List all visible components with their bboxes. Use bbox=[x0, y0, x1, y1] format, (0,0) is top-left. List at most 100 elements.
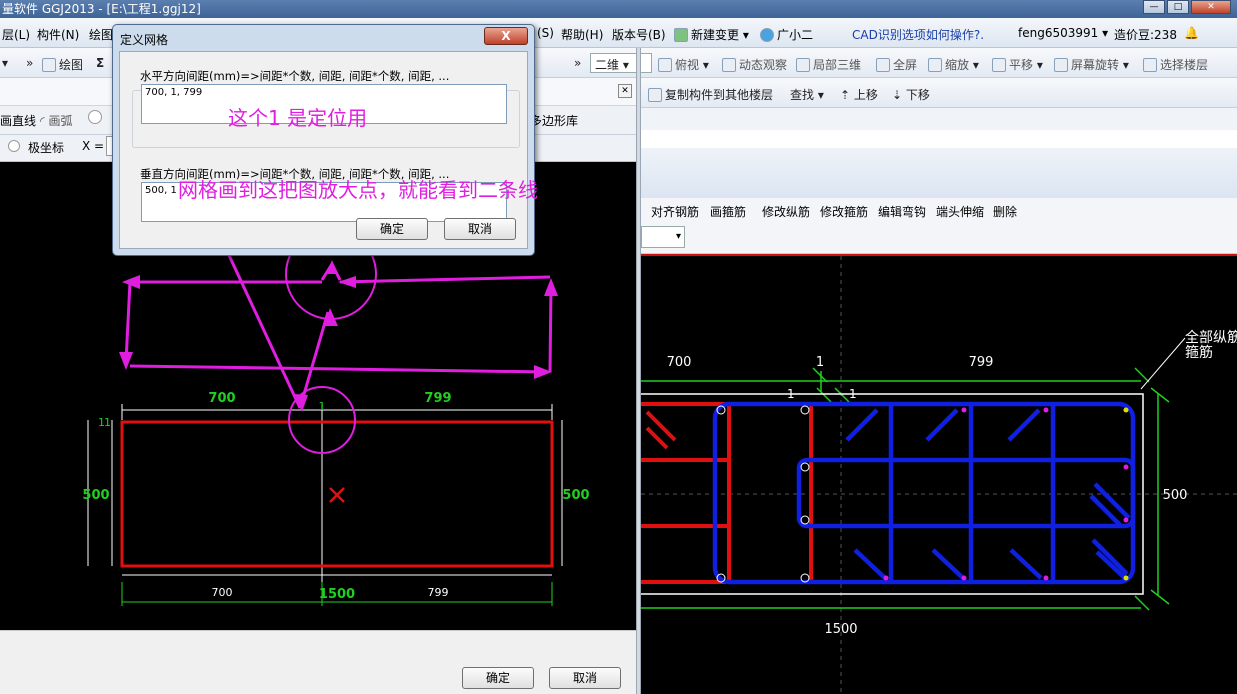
dim-top-1: 1 bbox=[319, 400, 326, 413]
draw-line-tool[interactable]: 画直线 bbox=[0, 112, 36, 129]
top-view-icon bbox=[658, 58, 672, 72]
zoom-button[interactable]: 缩放 ▾ bbox=[928, 56, 979, 73]
menu-draw[interactable]: 绘图 bbox=[89, 26, 113, 43]
pan-icon bbox=[992, 58, 1006, 72]
right-drawing-canvas[interactable]: 700 1 799 1 1 500 1500 全部纵筋 箍筋 bbox=[641, 254, 1237, 694]
edit-stirrup-button[interactable]: 修改箍筋 bbox=[820, 203, 868, 220]
polar-coord-label: 极坐标 bbox=[28, 141, 65, 155]
define-grid-dialog: 定义网格 X 水平方向间距(mm)=>间距*个数, 间距, 间距*个数, 间距,… bbox=[112, 24, 535, 256]
right-toolbar-strip bbox=[641, 108, 1237, 130]
blue-stirrups bbox=[712, 401, 1136, 585]
draw-stirrup-button[interactable]: 画箍筋 bbox=[710, 203, 746, 220]
close-window-button[interactable]: ✕ bbox=[1191, 0, 1231, 14]
menu-new-change[interactable]: 新建变更 ▾ bbox=[674, 26, 749, 43]
right-dim-1: 1 bbox=[816, 355, 824, 370]
draw-button[interactable]: 绘图 bbox=[42, 56, 83, 73]
dim-top-700: 700 bbox=[208, 391, 235, 406]
draw-icon bbox=[42, 58, 56, 72]
right-white-band bbox=[641, 130, 1237, 148]
dialog-close-button[interactable]: X bbox=[484, 27, 528, 45]
dialog-ok-button[interactable]: 确定 bbox=[356, 218, 428, 240]
edit-long-rebar-button[interactable]: 修改纵筋 bbox=[762, 203, 810, 220]
window-titlebar: 量软件 GGJ2013 - [E:\工程1.ggj12] bbox=[0, 0, 1237, 18]
right-dim-500: 500 bbox=[1163, 488, 1188, 503]
menu-help[interactable]: 帮助(H) bbox=[561, 26, 603, 43]
new-change-icon bbox=[674, 28, 688, 42]
window-title: 量软件 GGJ2013 - [E:\工程1.ggj12] bbox=[2, 2, 201, 16]
left-ok-button[interactable]: 确定 bbox=[462, 667, 534, 689]
fullscreen-icon bbox=[876, 58, 890, 72]
edit-hook-button[interactable]: 编辑弯钩 bbox=[878, 203, 926, 220]
coin-balance: 造价豆:238 bbox=[1114, 28, 1177, 42]
polar-radio[interactable] bbox=[8, 140, 20, 152]
dim-bottom-799: 799 bbox=[428, 586, 449, 599]
h-spacing-label: 水平方向间距(mm)=>间距*个数, 间距, 间距*个数, 间距, ... bbox=[140, 69, 450, 83]
dim-bottom-700: 700 bbox=[212, 586, 233, 599]
right-select-bar: ▾ bbox=[641, 222, 1237, 254]
rotate-screen-button[interactable]: 屏幕旋转 ▾ bbox=[1054, 56, 1129, 73]
dim-left-500: 500 bbox=[82, 488, 109, 503]
window-controls: — □ ✕ bbox=[1143, 0, 1231, 14]
dim-bottom-1500: 1500 bbox=[319, 587, 355, 602]
delete-button[interactable]: 删除 bbox=[993, 203, 1017, 220]
end-extend-button[interactable]: 端头伸缩 bbox=[936, 203, 984, 220]
maximize-button[interactable]: □ bbox=[1167, 0, 1189, 14]
menu-guangxiaoer[interactable]: 广小二 bbox=[760, 26, 813, 43]
right-dim-700: 700 bbox=[667, 355, 692, 370]
x-coord-label: X = bbox=[82, 139, 105, 153]
toolbar-expand-icon-2[interactable]: » bbox=[574, 56, 581, 70]
polygon-library-button[interactable]: 多边形库 bbox=[530, 112, 578, 129]
dim-top-799: 799 bbox=[424, 391, 451, 406]
move-down-button[interactable]: ⇣ 下移 bbox=[892, 86, 930, 103]
toolbar-expand-icon[interactable]: » bbox=[26, 56, 33, 70]
toolbar-overflow[interactable]: ▾ bbox=[2, 56, 8, 70]
cad-help-link[interactable]: CAD识别选项如何操作?. bbox=[852, 26, 984, 43]
stirrup-label: 箍筋 bbox=[1185, 344, 1213, 361]
dim-right-500: 500 bbox=[562, 488, 589, 503]
right-dim-small-b: 1 bbox=[849, 387, 857, 401]
annotation-note-positioning: 这个1 是定位用 bbox=[228, 106, 368, 130]
user-name[interactable]: feng6503991 ▾ bbox=[1018, 26, 1108, 40]
find-button[interactable]: 查找 ▾ bbox=[790, 86, 824, 103]
center-x-mark bbox=[329, 487, 345, 503]
draw-arc-tool[interactable]: ◜ 画弧 bbox=[40, 112, 72, 129]
move-up-button[interactable]: ⇡ 上移 bbox=[840, 86, 878, 103]
menu-version[interactable]: 版本号(B) bbox=[612, 26, 666, 43]
select-floor-button[interactable]: 选择楼层 bbox=[1143, 56, 1208, 73]
orbit-icon bbox=[722, 58, 736, 72]
cube-icon bbox=[796, 58, 810, 72]
minimize-button[interactable]: — bbox=[1143, 0, 1165, 14]
rebar-toolbar: 对齐钢筋 画箍筋 修改纵筋 修改箍筋 编辑弯钩 端头伸缩 删除 bbox=[641, 198, 1237, 222]
menu-s[interactable]: (S) bbox=[537, 26, 554, 40]
layers-icon bbox=[1143, 58, 1157, 72]
dialog-title: 定义网格 bbox=[120, 33, 169, 47]
right-dim-1500: 1500 bbox=[824, 622, 857, 637]
rebar-type-select[interactable]: ▾ bbox=[641, 226, 685, 248]
align-rebar-button[interactable]: 对齐钢筋 bbox=[651, 203, 699, 220]
zoom-icon bbox=[928, 58, 942, 72]
bell-icon[interactable]: 🔔 bbox=[1184, 26, 1199, 40]
assistant-icon bbox=[760, 28, 774, 42]
dialog-cancel-button[interactable]: 取消 bbox=[444, 218, 516, 240]
view-mode-select[interactable]: 二维 ▾ bbox=[590, 53, 652, 73]
pan-button[interactable]: 平移 ▾ bbox=[992, 56, 1043, 73]
fullscreen-button[interactable]: 全屏 bbox=[876, 56, 917, 73]
rotate-icon bbox=[1054, 58, 1068, 72]
panel-close-icon[interactable]: ✕ bbox=[618, 84, 632, 98]
dim-left-1b: 1 bbox=[104, 416, 111, 429]
top-view-button[interactable]: 俯视 ▾ bbox=[658, 56, 709, 73]
right-header-band bbox=[641, 148, 1237, 198]
radio-option[interactable] bbox=[88, 110, 102, 124]
menu-component[interactable]: 构件(N) bbox=[37, 26, 79, 43]
right-drawing-svg: 700 1 799 1 1 500 1500 全部纵筋 箍筋 bbox=[641, 256, 1237, 694]
right-dim-799: 799 bbox=[969, 355, 994, 370]
red-rebar bbox=[641, 402, 813, 584]
right-dim-small-a: 1 bbox=[787, 387, 795, 401]
sum-icon[interactable]: Σ bbox=[96, 56, 104, 70]
local-3d-button[interactable]: 局部三维 bbox=[796, 56, 861, 73]
dynamic-view-button[interactable]: 动态观察 bbox=[722, 56, 787, 73]
left-cancel-button[interactable]: 取消 bbox=[549, 667, 621, 689]
menu-floor[interactable]: 层(L) bbox=[2, 26, 30, 43]
leader-line bbox=[1140, 337, 1186, 390]
copy-to-floors-button[interactable]: 复制构件到其他楼层 bbox=[648, 86, 773, 103]
